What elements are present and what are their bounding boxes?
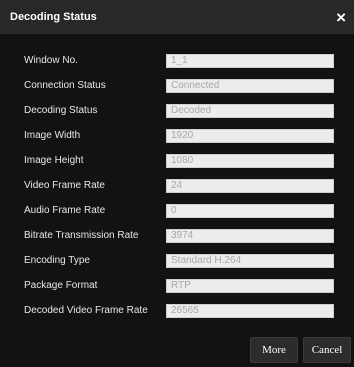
more-button[interactable]: More [250,337,298,363]
field-row-image-height: Image Height [0,148,354,173]
bitrate-transmission-rate-label: Bitrate Transmission Rate [24,230,139,241]
field-row-window-no: Window No. [0,48,354,73]
audio-frame-rate-label: Audio Frame Rate [24,205,106,216]
dialog-titlebar: Decoding Status × [0,0,354,34]
dialog-title: Decoding Status [10,11,97,23]
field-row-video-frame-rate: Video Frame Rate [0,173,354,198]
package-format-label: Package Format [24,280,98,291]
field-row-audio-frame-rate: Audio Frame Rate [0,198,354,223]
decoded-video-frame-rate-field[interactable] [166,303,334,318]
audio-frame-rate-field[interactable] [166,203,334,218]
field-row-decoding-status: Decoding Status [0,98,354,123]
connection-status-field[interactable] [166,78,334,93]
decoding-status-dialog: Decoding Status × Window No. Connection … [0,0,354,367]
cancel-button[interactable]: Cancel [303,337,351,363]
video-frame-rate-label: Video Frame Rate [24,180,105,191]
window-no-label: Window No. [24,55,78,66]
video-frame-rate-field[interactable] [166,178,334,193]
connection-status-label: Connection Status [24,80,106,91]
field-row-image-width: Image Width [0,123,354,148]
dialog-footer: More Cancel [0,333,354,367]
field-row-decoded-video-frame-rate: Decoded Video Frame Rate [0,298,354,323]
encoding-type-label: Encoding Type [24,255,90,266]
decoded-video-frame-rate-label: Decoded Video Frame Rate [24,305,148,316]
status-fields: Window No. Connection Status Decoding St… [0,34,354,323]
encoding-type-field[interactable] [166,253,334,268]
field-row-package-format: Package Format [0,273,354,298]
package-format-field[interactable] [166,278,334,293]
decoding-status-label: Decoding Status [24,105,98,116]
field-row-connection-status: Connection Status [0,73,354,98]
field-row-bitrate-transmission-rate: Bitrate Transmission Rate [0,223,354,248]
close-icon[interactable]: × [334,9,348,26]
decoding-status-field[interactable] [166,103,334,118]
image-width-field[interactable] [166,128,334,143]
bitrate-transmission-rate-field[interactable] [166,228,334,243]
window-no-field[interactable] [166,53,334,68]
image-width-label: Image Width [24,130,81,141]
image-height-label: Image Height [24,155,84,166]
image-height-field[interactable] [166,153,334,168]
field-row-encoding-type: Encoding Type [0,248,354,273]
